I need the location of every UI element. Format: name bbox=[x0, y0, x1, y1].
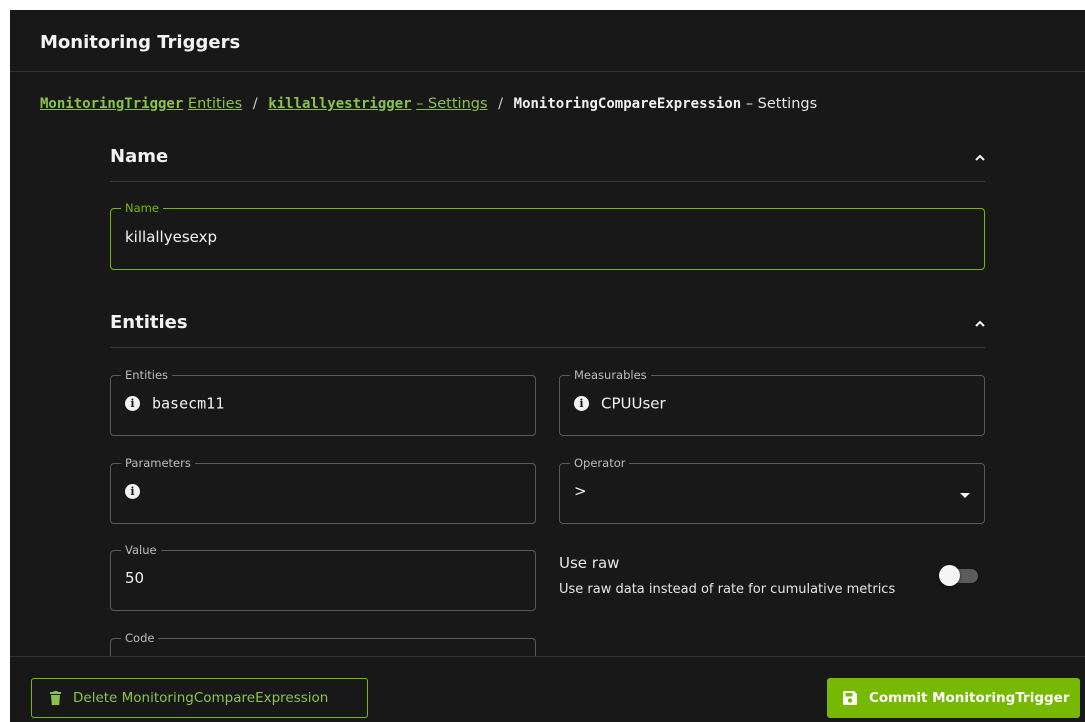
section-divider bbox=[110, 181, 985, 182]
chevron-up-icon[interactable] bbox=[973, 317, 987, 331]
operator-selected-value: > bbox=[574, 482, 587, 500]
monitoring-triggers-panel: Monitoring Triggers MonitoringTrigger En… bbox=[10, 10, 1085, 722]
section-divider bbox=[110, 347, 985, 348]
breadcrumb-trigger-link[interactable]: killallyestrigger bbox=[268, 96, 411, 112]
name-field-label: Name bbox=[121, 200, 163, 216]
operator-field-label: Operator bbox=[570, 455, 630, 471]
measurables-field[interactable]: Measurables i CPUUser bbox=[559, 367, 985, 436]
entities-field-label: Entities bbox=[121, 367, 173, 383]
breadcrumb-separator: / bbox=[252, 96, 258, 112]
commit-trigger-button[interactable]: Commit MonitoringTrigger bbox=[827, 678, 1080, 718]
measurables-field-value: CPUUser bbox=[601, 394, 666, 413]
measurables-field-label: Measurables bbox=[570, 367, 651, 383]
breadcrumb-current-item: MonitoringCompareExpression bbox=[513, 96, 742, 112]
parameters-field-label: Parameters bbox=[121, 455, 195, 471]
value-field[interactable]: Value 50 bbox=[110, 542, 536, 611]
section-title-entities: Entities bbox=[110, 312, 188, 333]
chevron-up-icon[interactable] bbox=[973, 151, 987, 165]
footer-action-bar: Delete MonitoringCompareExpression Commi… bbox=[10, 656, 1085, 722]
entities-field-content[interactable]: i basecm11 bbox=[125, 394, 224, 413]
value-field-value[interactable]: 50 bbox=[125, 569, 144, 587]
parameters-field-content[interactable]: i bbox=[125, 482, 152, 501]
breadcrumb-trigger-settings-link[interactable]: – Settings bbox=[416, 96, 487, 112]
parameters-field[interactable]: Parameters i bbox=[110, 455, 536, 524]
entities-field[interactable]: Entities i basecm11 bbox=[110, 367, 536, 436]
operator-select[interactable]: Operator > bbox=[559, 455, 985, 524]
panel-header: Monitoring Triggers bbox=[10, 10, 1085, 72]
info-icon[interactable]: i bbox=[125, 484, 140, 499]
info-icon[interactable]: i bbox=[574, 396, 589, 411]
breadcrumb: MonitoringTrigger Entities / killallyest… bbox=[40, 96, 817, 112]
entities-field-value: basecm11 bbox=[152, 394, 225, 413]
trash-icon bbox=[50, 691, 61, 705]
section-title-name: Name bbox=[110, 146, 169, 167]
code-field-label: Code bbox=[121, 630, 159, 646]
breadcrumb-separator: / bbox=[498, 96, 504, 112]
name-field-value[interactable]: killallyesexp bbox=[125, 228, 217, 246]
breadcrumb-monitoringtrigger-link[interactable]: MonitoringTrigger bbox=[40, 96, 183, 112]
value-field-label: Value bbox=[121, 542, 161, 558]
delete-button-label: Delete MonitoringCompareExpression bbox=[73, 690, 329, 706]
measurables-field-content[interactable]: i CPUUser bbox=[574, 394, 666, 413]
info-icon[interactable]: i bbox=[125, 396, 140, 411]
page-title: Monitoring Triggers bbox=[40, 32, 241, 53]
breadcrumb-entities-link[interactable]: Entities bbox=[188, 96, 242, 112]
use-raw-toggle-thumb[interactable] bbox=[939, 565, 960, 586]
save-icon bbox=[843, 691, 857, 705]
commit-button-label: Commit MonitoringTrigger bbox=[869, 690, 1070, 706]
dropdown-caret-icon[interactable] bbox=[960, 493, 970, 498]
name-field[interactable]: Name killallyesexp bbox=[110, 200, 985, 270]
use-raw-description: Use raw data instead of rate for cumulat… bbox=[559, 582, 896, 597]
breadcrumb-current-settings: – Settings bbox=[745, 96, 818, 112]
use-raw-title: Use raw bbox=[559, 554, 620, 572]
delete-expression-button[interactable]: Delete MonitoringCompareExpression bbox=[31, 678, 368, 718]
